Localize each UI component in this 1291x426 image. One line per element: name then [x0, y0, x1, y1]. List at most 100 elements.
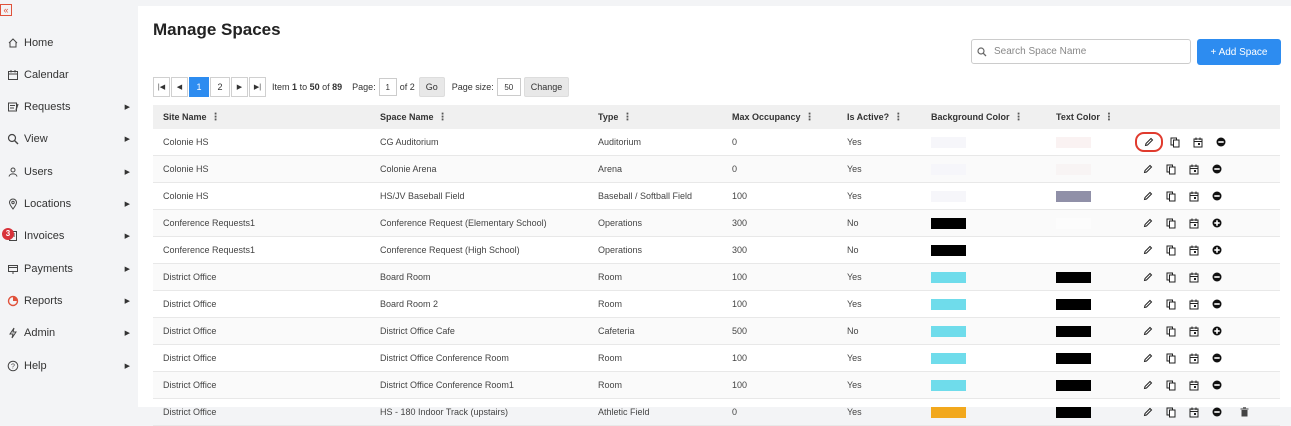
- calendar-icon[interactable]: [1187, 243, 1201, 257]
- edit-pencil-icon[interactable]: [1141, 324, 1155, 338]
- copy-icon[interactable]: [1164, 297, 1178, 311]
- edit-pencil-icon[interactable]: [1141, 351, 1155, 365]
- edit-pencil-icon[interactable]: [1135, 132, 1163, 152]
- text-color-cell: [1056, 156, 1091, 182]
- sidebar-item-locations[interactable]: Locations ▶: [6, 193, 134, 215]
- copy-icon[interactable]: [1164, 216, 1178, 230]
- sidebar-item-label: Help: [24, 360, 47, 372]
- text-color-swatch: [1056, 271, 1091, 283]
- calendar-icon[interactable]: [1187, 162, 1201, 176]
- column-header-text-color[interactable]: Text Color ⋮: [1056, 105, 1114, 129]
- deactivate-minus-icon[interactable]: [1210, 162, 1224, 176]
- trash-icon[interactable]: [1237, 405, 1251, 419]
- edit-pencil-icon[interactable]: [1141, 405, 1155, 419]
- deactivate-minus-icon[interactable]: [1210, 189, 1224, 203]
- calendar-icon[interactable]: [1187, 297, 1201, 311]
- page-button-2[interactable]: 2: [210, 77, 230, 97]
- sidebar-item-home[interactable]: Home: [6, 32, 134, 54]
- column-menu-icon[interactable]: ⋮: [211, 112, 221, 123]
- type-cell: Arena: [598, 164, 623, 174]
- deactivate-minus-icon[interactable]: [1210, 405, 1224, 419]
- prev-page-icon[interactable]: ◀: [171, 77, 188, 97]
- copy-icon[interactable]: [1168, 135, 1182, 149]
- column-header-type[interactable]: Type ⋮: [598, 105, 632, 129]
- search-box[interactable]: [971, 39, 1191, 64]
- calendar-icon[interactable]: [1187, 324, 1201, 338]
- add-space-button[interactable]: + Add Space: [1197, 39, 1281, 65]
- page-number-input[interactable]: 1: [378, 78, 397, 96]
- column-header-max-occupancy[interactable]: Max Occupancy ⋮: [732, 105, 815, 129]
- deactivate-minus-icon[interactable]: [1210, 351, 1224, 365]
- page-button-1[interactable]: 1: [189, 77, 209, 97]
- edit-pencil-icon[interactable]: [1141, 162, 1155, 176]
- deactivate-minus-icon[interactable]: [1214, 135, 1228, 149]
- space-name-cell: Board Room 2: [380, 299, 439, 309]
- go-button[interactable]: Go: [418, 77, 445, 97]
- copy-icon[interactable]: [1164, 270, 1178, 284]
- copy-icon[interactable]: [1164, 324, 1178, 338]
- calendar-icon[interactable]: [1187, 351, 1201, 365]
- row-actions: [1141, 318, 1224, 344]
- text-color-cell: [1056, 129, 1091, 155]
- calendar-icon[interactable]: [1187, 270, 1201, 284]
- column-header-is-active[interactable]: Is Active? ⋮: [847, 105, 903, 129]
- page-label: Page:: [352, 82, 376, 92]
- deactivate-minus-icon[interactable]: [1210, 297, 1224, 311]
- last-page-icon[interactable]: ▶|: [249, 77, 266, 97]
- column-menu-icon[interactable]: ⋮: [622, 112, 632, 123]
- edit-pencil-icon[interactable]: [1141, 378, 1155, 392]
- copy-icon[interactable]: [1164, 378, 1178, 392]
- sidebar-item-view[interactable]: View ▶: [6, 128, 134, 150]
- background-color-swatch: [931, 352, 966, 364]
- page-size-input[interactable]: 50: [496, 78, 521, 96]
- copy-icon[interactable]: [1164, 405, 1178, 419]
- sidebar-item-invoices[interactable]: 3 Invoices ▶: [2, 225, 134, 247]
- column-menu-icon[interactable]: ⋮: [805, 112, 815, 123]
- sidebar-item-reports[interactable]: Reports ▶: [6, 290, 134, 312]
- double-chevron-left-icon[interactable]: «: [0, 4, 12, 16]
- copy-icon[interactable]: [1164, 243, 1178, 257]
- is-active-cell: Yes: [847, 299, 862, 309]
- column-header-space-name[interactable]: Space Name ⋮: [380, 105, 448, 129]
- copy-icon[interactable]: [1164, 189, 1178, 203]
- sidebar-item-label: Admin: [24, 327, 56, 339]
- activate-plus-icon[interactable]: [1210, 216, 1224, 230]
- change-button[interactable]: Change: [523, 77, 570, 97]
- first-page-icon[interactable]: |◀: [153, 77, 170, 97]
- column-header-background-color[interactable]: Background Color ⋮: [931, 105, 1024, 129]
- edit-pencil-icon[interactable]: [1141, 216, 1155, 230]
- deactivate-minus-icon[interactable]: [1210, 270, 1224, 284]
- sidebar-item-admin[interactable]: Admin ▶: [6, 322, 134, 344]
- edit-pencil-icon[interactable]: [1141, 243, 1155, 257]
- column-menu-icon[interactable]: ⋮: [1014, 112, 1024, 123]
- next-page-icon[interactable]: ▶: [231, 77, 248, 97]
- column-header-site-name[interactable]: Site Name ⋮: [163, 105, 221, 129]
- calendar-icon[interactable]: [1187, 216, 1201, 230]
- site-name-cell: Conference Requests1: [163, 245, 256, 255]
- search-input[interactable]: [992, 45, 1186, 58]
- sidebar-item-help[interactable]: ? Help ▶: [6, 355, 134, 377]
- background-color-swatch: [931, 136, 966, 148]
- column-menu-icon[interactable]: ⋮: [1104, 112, 1114, 123]
- sidebar-item-users[interactable]: Users ▶: [6, 161, 134, 183]
- calendar-icon[interactable]: [1191, 135, 1205, 149]
- copy-icon[interactable]: [1164, 351, 1178, 365]
- text-color-swatch: [1056, 244, 1091, 256]
- sidebar-item-requests[interactable]: Requests ▶: [6, 96, 134, 118]
- background-color-cell: [931, 129, 966, 155]
- edit-pencil-icon[interactable]: [1141, 270, 1155, 284]
- calendar-icon[interactable]: [1187, 405, 1201, 419]
- edit-pencil-icon[interactable]: [1141, 189, 1155, 203]
- activate-plus-icon[interactable]: [1210, 243, 1224, 257]
- calendar-icon[interactable]: [1187, 189, 1201, 203]
- edit-pencil-icon[interactable]: [1141, 297, 1155, 311]
- item-to: 50: [309, 82, 320, 92]
- sidebar-item-payments[interactable]: Payments ▶: [6, 258, 134, 280]
- copy-icon[interactable]: [1164, 162, 1178, 176]
- deactivate-minus-icon[interactable]: [1210, 378, 1224, 392]
- calendar-icon[interactable]: [1187, 378, 1201, 392]
- activate-plus-icon[interactable]: [1210, 324, 1224, 338]
- sidebar-item-calendar[interactable]: Calendar: [6, 64, 134, 86]
- column-menu-icon[interactable]: ⋮: [893, 112, 903, 123]
- column-menu-icon[interactable]: ⋮: [438, 112, 448, 123]
